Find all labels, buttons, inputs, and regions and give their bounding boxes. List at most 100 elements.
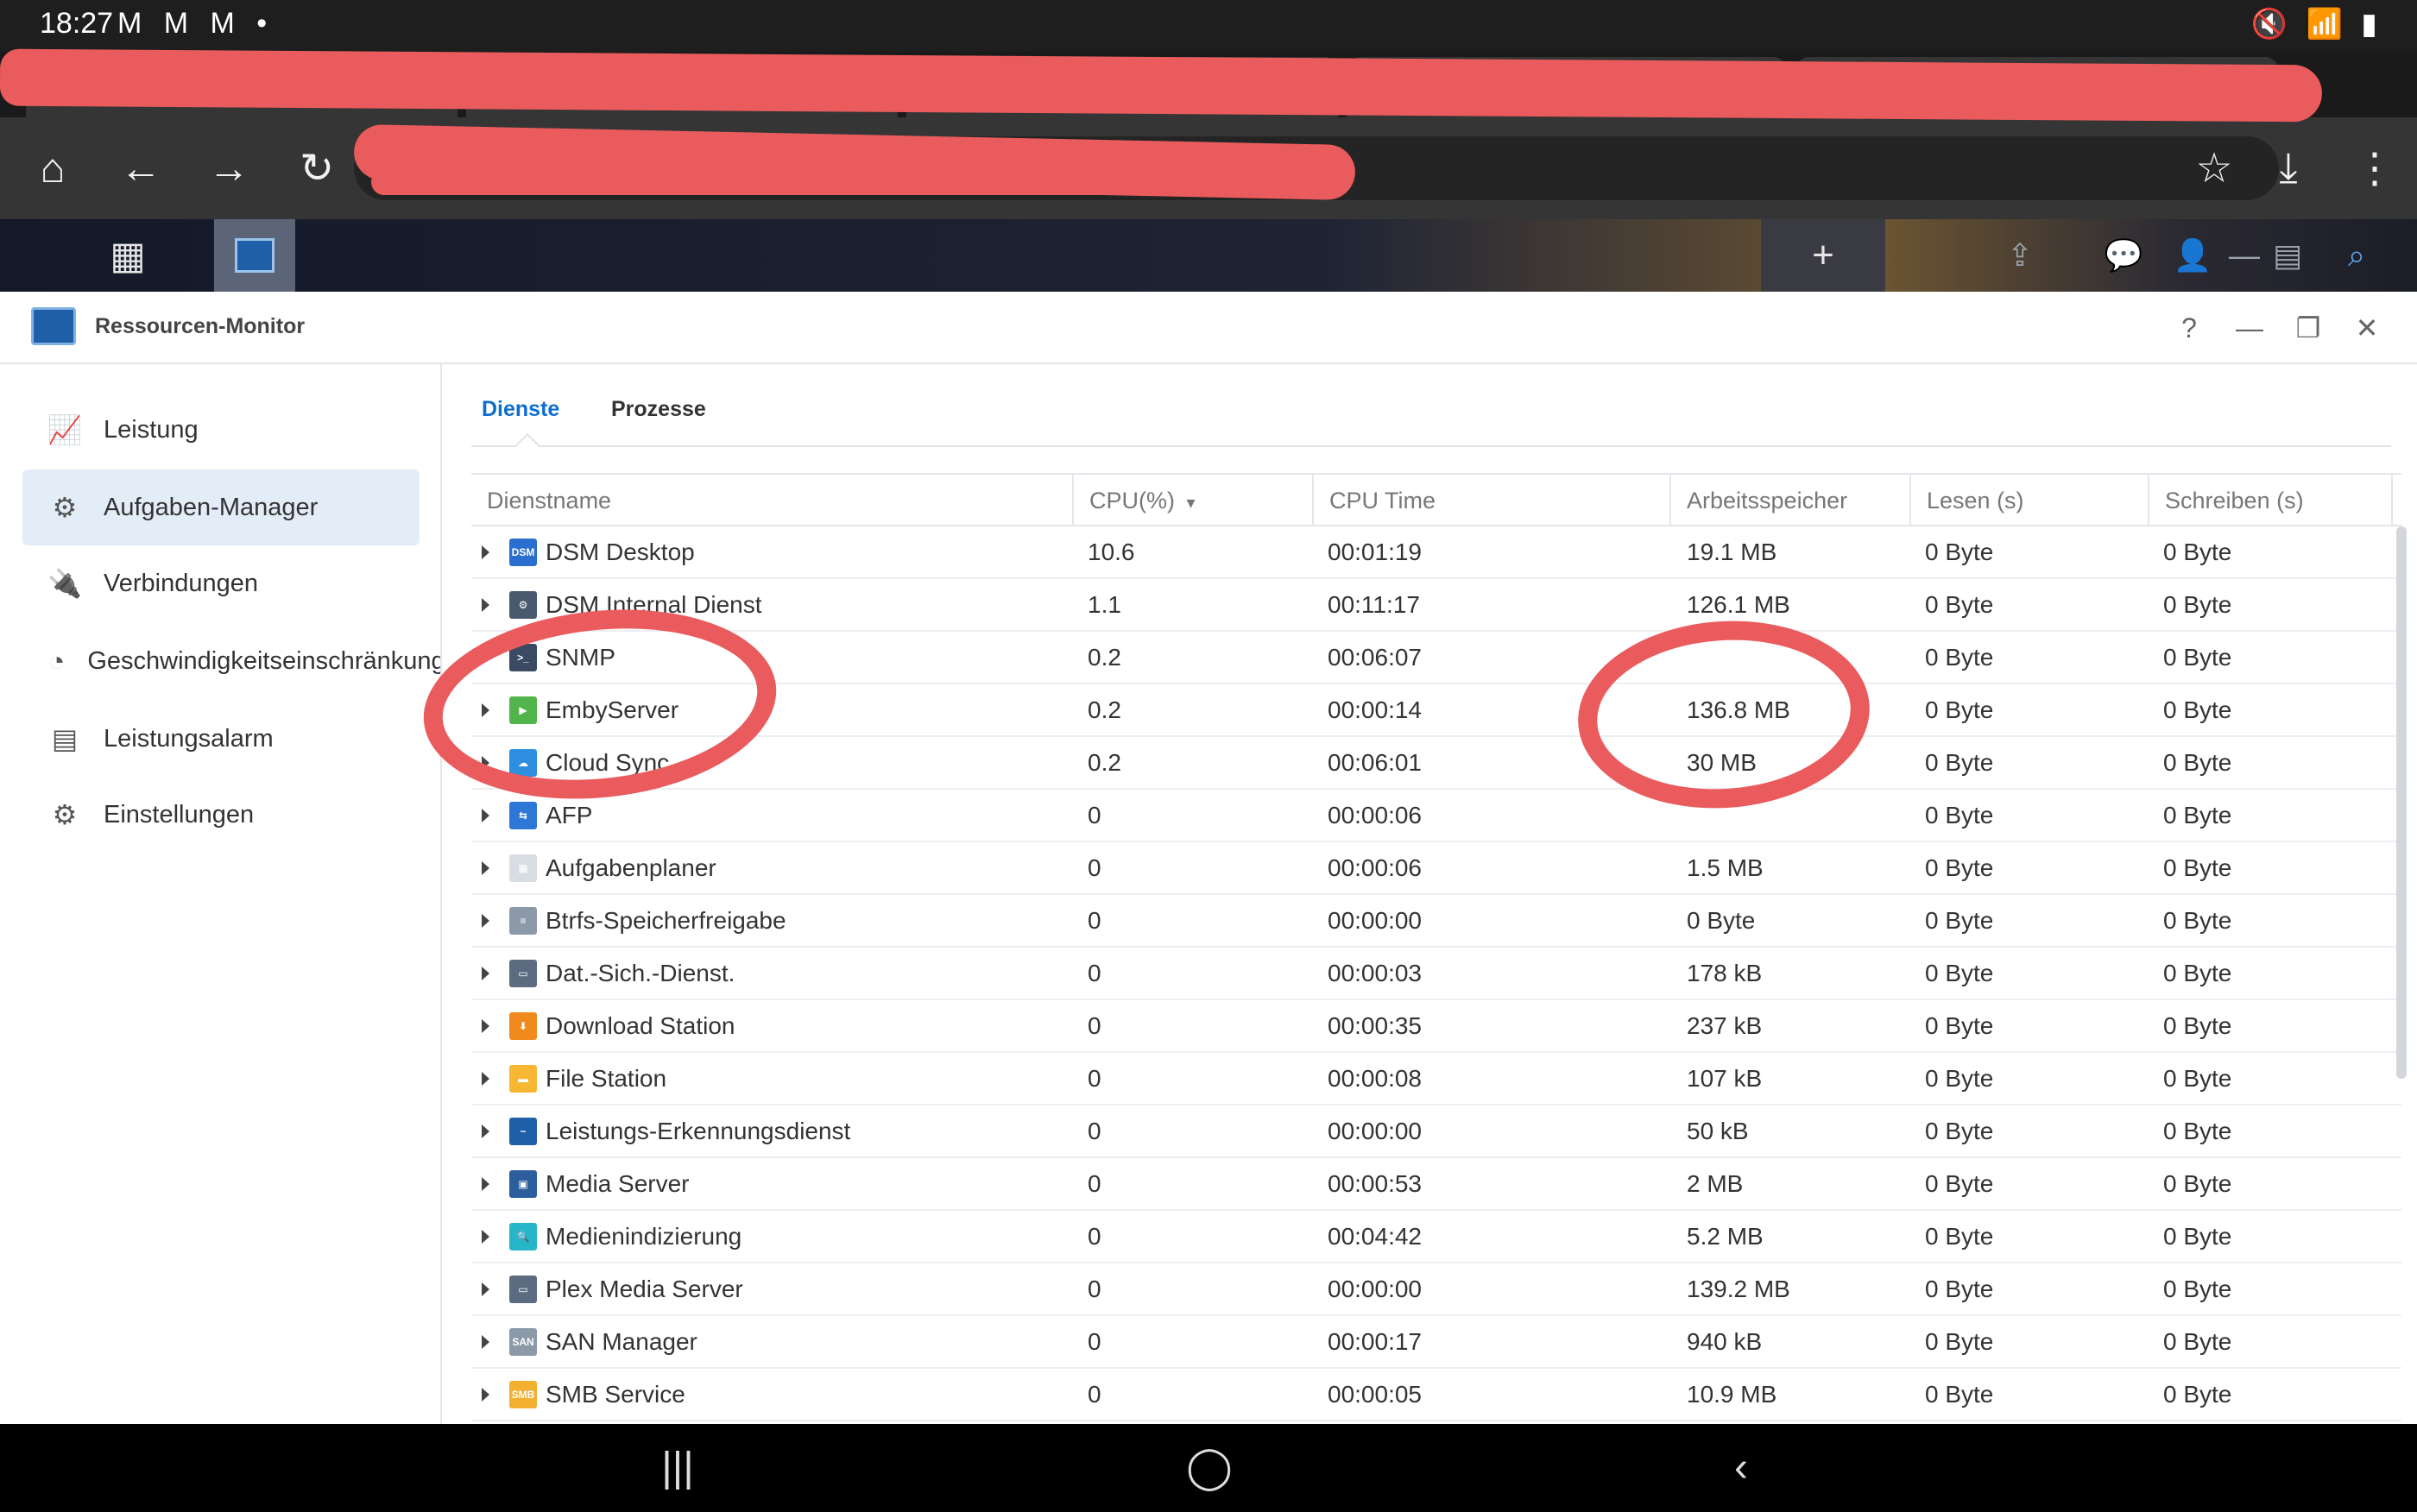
expand-arrow-icon[interactable]: [482, 914, 489, 928]
column-header-schreiben[interactable]: Schreiben (s): [2149, 475, 2393, 526]
user-icon[interactable]: 👤: [2167, 219, 2218, 292]
chat-icon[interactable]: 💬: [2098, 219, 2149, 292]
memory-cell: 2 MB: [1687, 1170, 1744, 1197]
table-row[interactable]: ▭ Dat.-Sich.-Dienst. 0 00:00:03 178 kB 0 Byte…: [471, 948, 2401, 1000]
write-cell: 0 Byte: [2163, 591, 2232, 618]
sidebar-item-geschwindigkeitseinschraenkung[interactable]: ◔ Geschwindigkeitseinschränkung: [22, 623, 440, 699]
table-scrollbar[interactable]: [2396, 526, 2407, 1079]
expand-arrow-icon[interactable]: [482, 1230, 489, 1244]
write-cell: 0 Byte: [2163, 1276, 2232, 1302]
reload-icon[interactable]: ↻: [287, 138, 347, 198]
table-row[interactable]: ▭ Plex Media Server 0 00:00:00 139.2 MB 0 Byt…: [471, 1263, 2401, 1316]
redaction-scribble: [371, 169, 1183, 195]
restore-icon[interactable]: ❐: [2288, 307, 2329, 349]
download-icon[interactable]: ⤓: [2258, 138, 2319, 198]
column-header-cpu-time[interactable]: CPU Time: [1314, 475, 1671, 526]
cpu-cell: 0.2: [1088, 644, 1121, 671]
sidebar-item-leistungsalarm[interactable]: ▤ Leistungsalarm: [22, 701, 420, 777]
dsm-taskbar: ▦ + ⇪ 💬 👤 — ▤ ⌕: [0, 219, 2417, 292]
expand-arrow-icon[interactable]: [482, 861, 489, 875]
table-row[interactable]: SMB SMB Service 0 00:00:05 10.9 MB 0 Byte 0 By…: [471, 1369, 2401, 1421]
recents-button[interactable]: |||: [647, 1441, 708, 1493]
table-row[interactable]: ⬇ Download Station 0 00:00:35 237 kB 0 Byte 0 …: [471, 1000, 2401, 1053]
table-row[interactable]: DSM DSM Desktop 10.6 00:01:19 19.1 MB 0 Byte 0…: [471, 526, 2401, 579]
sidebar-item-verbindungen[interactable]: 🔌 Verbindungen: [22, 545, 420, 621]
help-icon[interactable]: ?: [2168, 307, 2210, 349]
table-row[interactable]: 🔍 Medienindizierung 0 00:04:42 5.2 MB 0 Byte 0…: [471, 1211, 2401, 1263]
forward-icon[interactable]: →: [199, 138, 259, 198]
service-icon: ▭: [509, 960, 537, 987]
cpu-time-cell: 00:00:03: [1328, 960, 1422, 986]
android-home-button[interactable]: ◯: [1179, 1441, 1240, 1493]
table-row[interactable]: ▣ Media Server 0 00:00:53 2 MB 0 Byte 0 Byte: [471, 1158, 2401, 1211]
read-cell: 0 Byte: [1925, 802, 1994, 828]
cpu-cell: 0: [1088, 960, 1101, 986]
table-row[interactable]: ▬ File Station 0 00:00:08 107 kB 0 Byte 0 Byte: [471, 1053, 2401, 1106]
sidebar-item-einstellungen[interactable]: ⚙ Einstellungen: [22, 777, 420, 853]
expand-arrow-icon[interactable]: [482, 1282, 489, 1296]
resource-monitor-taskbar-button[interactable]: [214, 219, 295, 292]
android-back-button[interactable]: ‹: [1711, 1441, 1771, 1493]
expand-arrow-icon[interactable]: [482, 1125, 489, 1138]
bookmark-star-icon[interactable]: ☆: [2184, 138, 2244, 198]
widgets-icon[interactable]: ▤: [2262, 219, 2313, 292]
service-name-cell: Plex Media Server: [546, 1276, 743, 1302]
expand-arrow-icon[interactable]: [482, 967, 489, 980]
browser-menu-icon[interactable]: ⋮: [2344, 138, 2405, 198]
expand-arrow-icon[interactable]: [482, 1388, 489, 1402]
read-cell: 0 Byte: [1925, 1223, 1994, 1250]
column-header-dienstname[interactable]: Dienstname: [471, 475, 1074, 526]
expand-arrow-icon[interactable]: [482, 1335, 489, 1349]
tab-bar: Dienste Prozesse: [471, 364, 2391, 458]
column-header-arbeitsspeicher[interactable]: Arbeitsspeicher: [1671, 475, 1911, 526]
search-icon[interactable]: ⌕: [2322, 219, 2391, 292]
sidebar-item-aufgaben-manager[interactable]: ⚙ Aufgaben-Manager: [22, 469, 420, 545]
expand-arrow-icon[interactable]: [482, 809, 489, 822]
cpu-time-cell: 00:06:07: [1328, 644, 1422, 671]
service-icon: ▣: [509, 1170, 537, 1198]
column-header-cpu[interactable]: CPU(%) ▾: [1074, 475, 1314, 526]
main-menu-grid-icon[interactable]: ▦: [57, 219, 199, 292]
sidebar-item-label: Aufgaben-Manager: [104, 493, 319, 521]
table-row[interactable]: ~ Leistungs-Erkennungsdienst 0 00:00:00 50 k…: [471, 1106, 2401, 1158]
back-icon[interactable]: ←: [110, 138, 171, 198]
service-icon: ~: [509, 1118, 537, 1145]
read-cell: 0 Byte: [1925, 1276, 1994, 1302]
cpu-cell: 0: [1088, 1328, 1101, 1355]
cpu-time-cell: 00:00:14: [1328, 696, 1422, 723]
cpu-cell: 0.2: [1088, 696, 1121, 723]
home-icon[interactable]: ⌂: [22, 138, 83, 198]
expand-arrow-icon[interactable]: [482, 545, 489, 559]
android-nav-bar: ||| ◯ ‹: [0, 1424, 2417, 1512]
notification-icons: M M M •: [117, 7, 275, 40]
tab-prozesse[interactable]: Prozesse: [611, 397, 706, 422]
cpu-time-cell: 00:00:05: [1328, 1381, 1422, 1408]
memory-cell: 10.9 MB: [1687, 1381, 1777, 1408]
cpu-cell: 0: [1088, 1170, 1101, 1197]
expand-arrow-icon[interactable]: [482, 598, 489, 612]
expand-arrow-icon[interactable]: [482, 1177, 489, 1191]
table-row[interactable]: ⇆ AFP 0 00:00:06 0 Byte 0 Byte: [471, 790, 2401, 842]
upload-icon[interactable]: ⇪: [1994, 219, 2046, 292]
table-row[interactable]: ☁ Cloud Sync 0.2 00:06:01 30 MB 0 Byte 0 Byte: [471, 737, 2401, 790]
sidebar-item-leistung[interactable]: 📈 Leistung: [22, 392, 420, 468]
expand-arrow-icon[interactable]: [482, 1072, 489, 1086]
close-icon[interactable]: ✕: [2346, 307, 2388, 349]
tab-dienste[interactable]: Dienste: [482, 397, 559, 422]
service-name-cell: Leistungs-Erkennungsdienst: [546, 1118, 851, 1144]
table-row[interactable]: SAN SAN Manager 0 00:00:17 940 kB 0 Byte 0 Byt…: [471, 1316, 2401, 1369]
write-cell: 0 Byte: [2163, 1328, 2232, 1355]
table-row[interactable]: ≡ Btrfs-Speicherfreigabe 0 00:00:00 0 Byte 0 …: [471, 895, 2401, 948]
column-header-lesen[interactable]: Lesen (s): [1911, 475, 2149, 526]
write-cell: 0 Byte: [2163, 854, 2232, 881]
expand-arrow-icon[interactable]: [482, 1019, 489, 1033]
service-icon: 🔍: [509, 1223, 537, 1251]
memory-cell: 178 kB: [1687, 960, 1763, 986]
cpu-time-cell: 00:00:35: [1328, 1012, 1422, 1039]
table-row[interactable]: ▦ Aufgabenplaner 0 00:00:06 1.5 MB 0 Byte 0 By…: [471, 842, 2401, 895]
cpu-time-cell: 00:04:42: [1328, 1223, 1422, 1250]
minimize-icon[interactable]: —: [2229, 307, 2270, 349]
cpu-cell: 0: [1088, 907, 1101, 934]
add-widget-icon[interactable]: +: [1761, 219, 1885, 292]
table-row[interactable]: ⚙ DSM Internal Dienst 1.1 00:11:17 126.1 MB 0…: [471, 579, 2401, 632]
